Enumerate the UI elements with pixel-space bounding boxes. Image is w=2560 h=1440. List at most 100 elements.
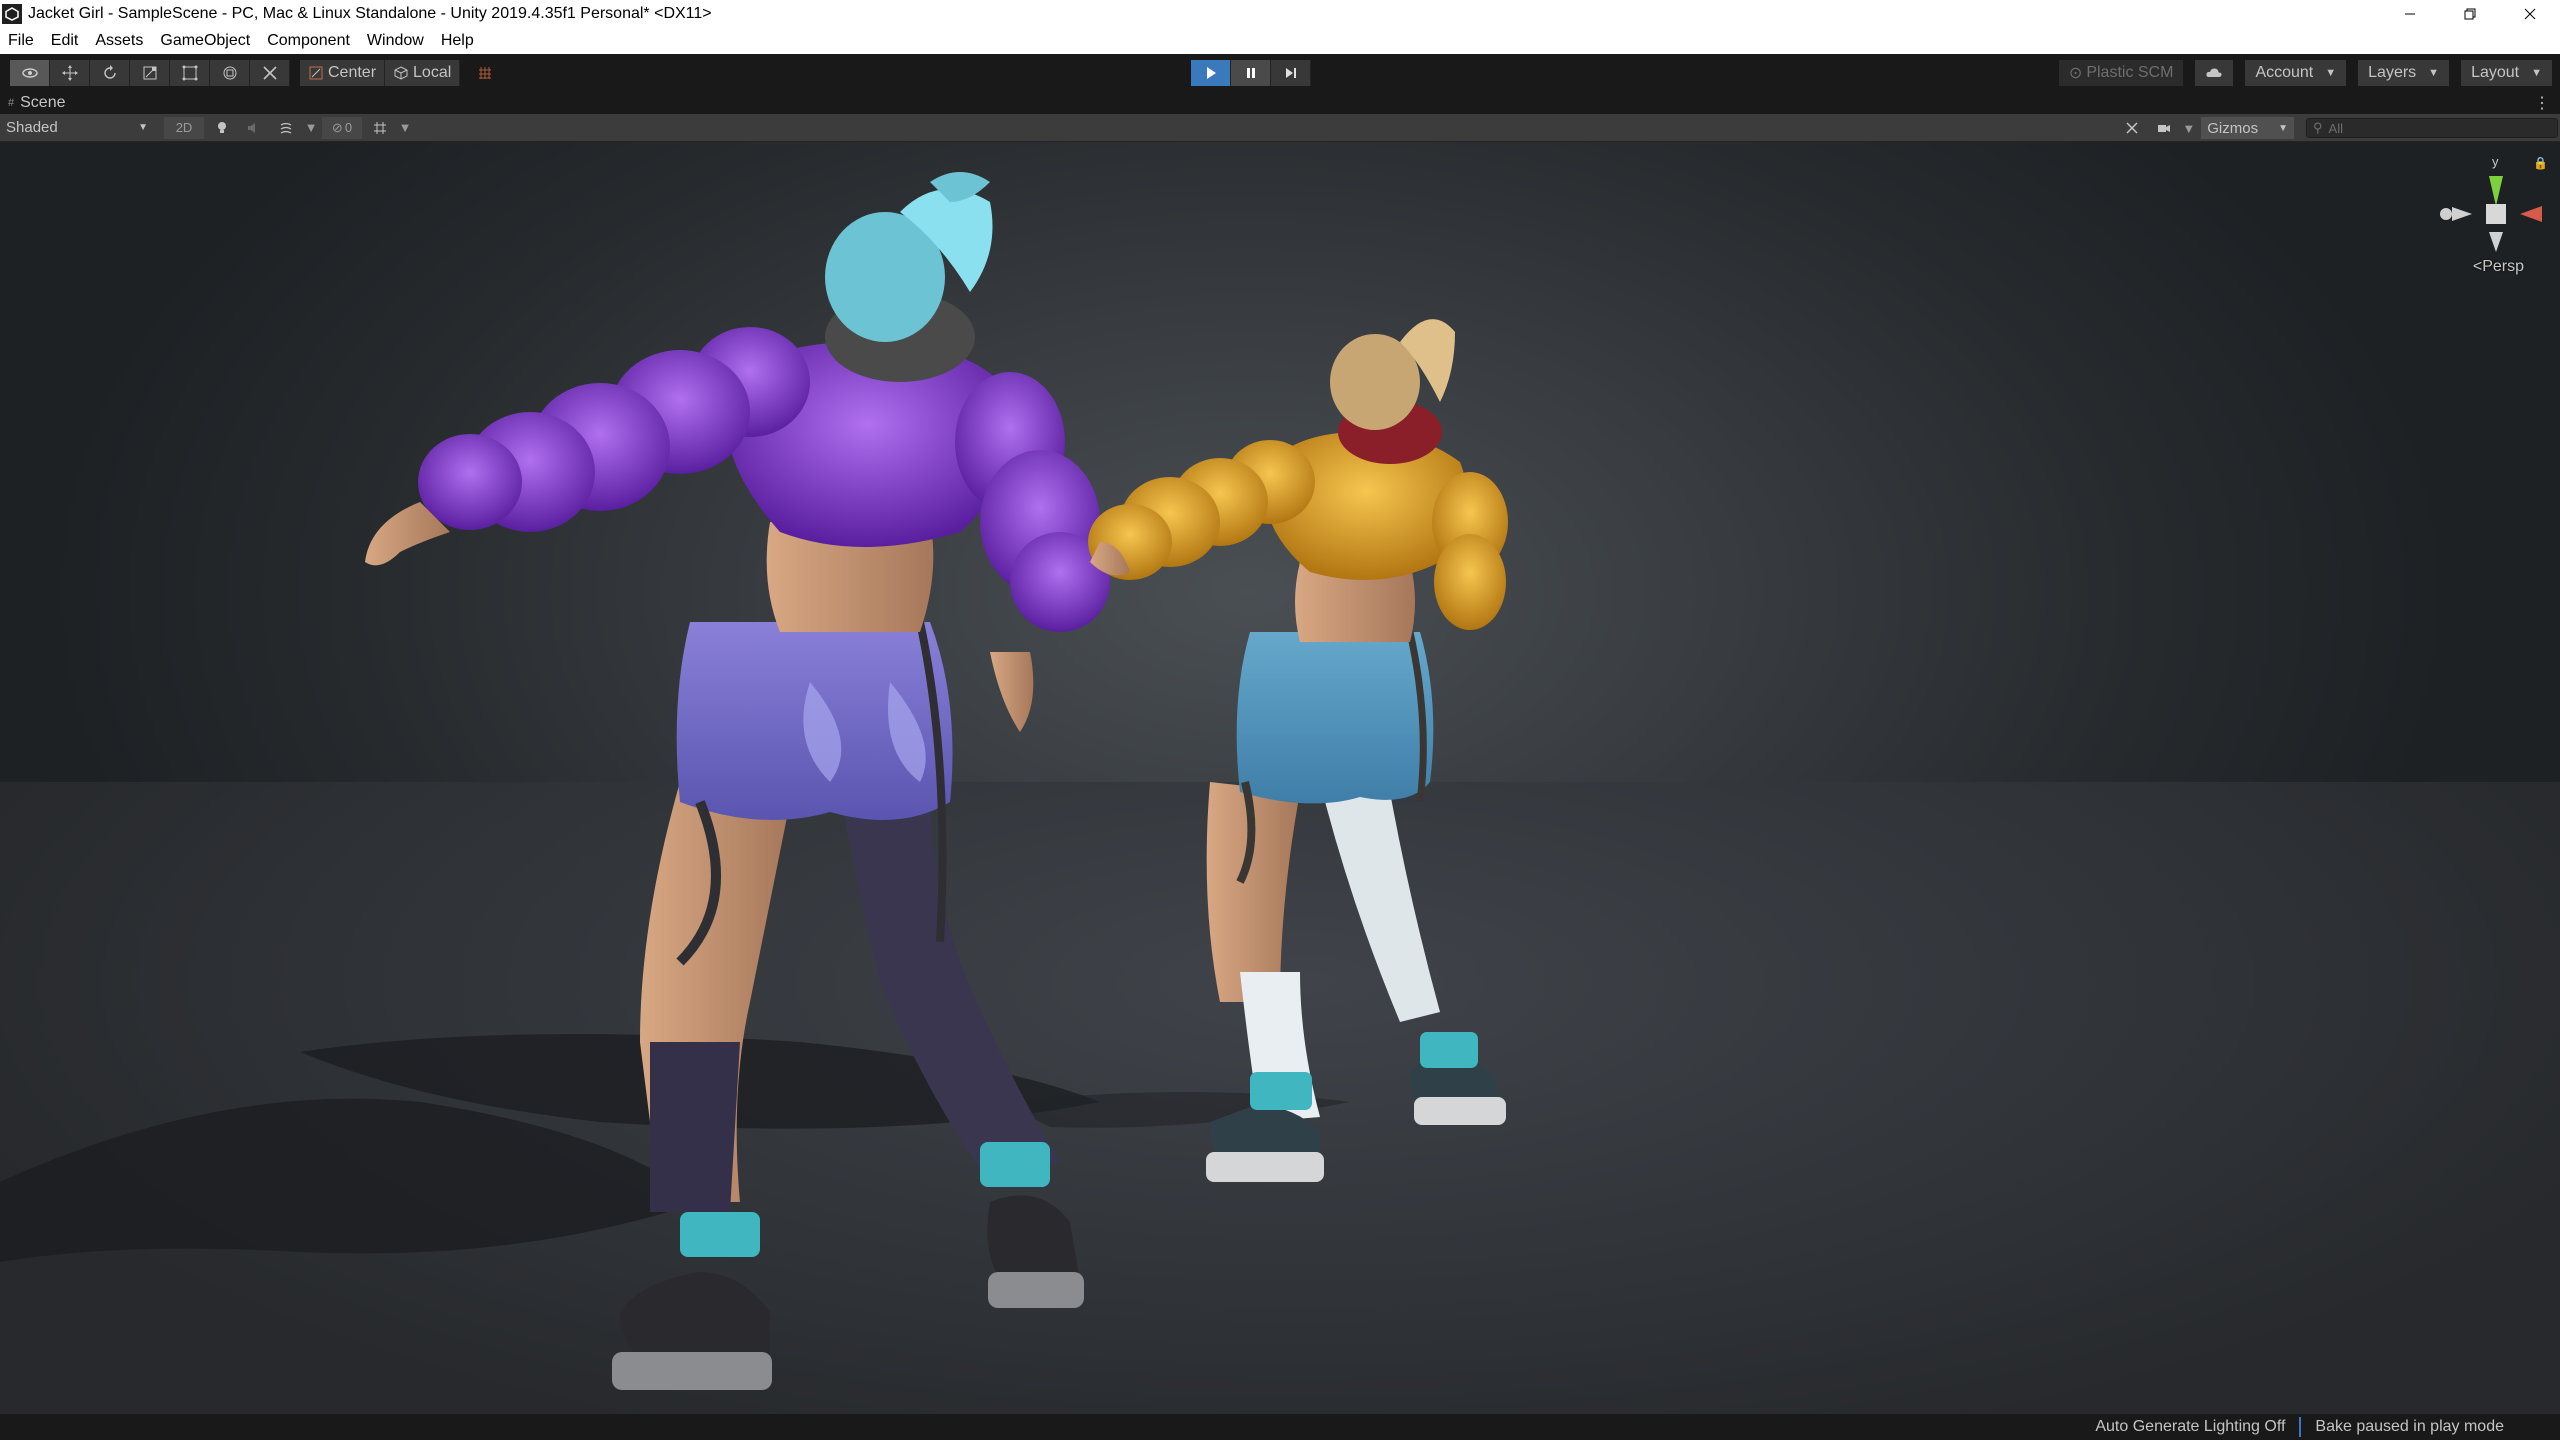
tab-scene[interactable]: # Scene — [0, 92, 74, 114]
play-button[interactable] — [1191, 60, 1231, 86]
layout-dropdown[interactable]: Layout ▼ — [2461, 60, 2552, 86]
orientation-gizmo[interactable]: y — [2426, 152, 2546, 312]
tools-icon — [2126, 122, 2138, 134]
effects-icon — [280, 122, 292, 134]
bake-status: Bake paused in play mode — [2315, 1418, 2504, 1435]
scene-characters — [0, 172, 1508, 1390]
rect-tool-icon[interactable] — [170, 60, 210, 86]
menu-component[interactable]: Component — [259, 28, 359, 54]
grid-snap-icon[interactable] — [468, 60, 502, 86]
camera-dropdown[interactable]: ▼ — [2182, 117, 2195, 139]
gizmo-y-axis-label: y — [2492, 154, 2499, 169]
tools-toggle[interactable] — [2118, 117, 2146, 139]
chevron-down-icon: ▼ — [2428, 67, 2440, 79]
pivot-rotation-button[interactable]: Local — [385, 60, 461, 86]
toolbar-right: ⊙ Plastic SCM Account ▼ Layers ▼ Layout … — [2058, 60, 2552, 86]
play-controls — [1191, 60, 1311, 86]
effects-dropdown[interactable]: ▼ — [304, 117, 318, 139]
layout-label: Layout — [2471, 64, 2520, 81]
minimize-button[interactable] — [2380, 0, 2440, 28]
lock-icon[interactable]: 🔒 — [2533, 156, 2548, 170]
scale-tool-icon[interactable] — [130, 60, 170, 86]
pivot-rotation-label: Local — [413, 64, 452, 81]
grid-toggle[interactable] — [366, 117, 394, 139]
close-button[interactable] — [2500, 0, 2560, 28]
draw-mode-label: Shaded — [6, 119, 58, 136]
gizmo-z-sphere[interactable] — [2440, 208, 2452, 220]
gizmo-x-cone[interactable] — [2520, 206, 2542, 222]
menu-file[interactable]: File — [0, 28, 43, 54]
gizmo-neg-y-cone[interactable] — [2489, 232, 2503, 252]
scene-search-input[interactable]: ⚲ All — [2306, 118, 2558, 138]
gizmos-dropdown[interactable]: Gizmos ▼ — [2201, 117, 2294, 139]
cloud-icon — [2206, 68, 2222, 77]
gizmo-y-cone[interactable] — [2489, 176, 2503, 206]
scene-toolbar-right: ▼ Gizmos ▼ ⚲ All — [2114, 117, 2558, 139]
status-separator — [2299, 1417, 2302, 1437]
custom-tool-icon[interactable] — [250, 60, 290, 86]
search-placeholder: All — [2328, 120, 2343, 136]
cloud-button[interactable] — [2195, 60, 2234, 86]
tab-scene-label: Scene — [20, 94, 66, 111]
eye-slash-icon: ⊘ — [331, 119, 343, 135]
transform-tool-icon[interactable] — [210, 60, 250, 86]
window-title: Jacket Girl - SampleScene - PC, Mac & Li… — [28, 5, 712, 22]
hidden-objects-toggle[interactable]: ⊘ 0 — [322, 116, 362, 139]
status-bar: Auto Generate Lighting Off Bake paused i… — [0, 1414, 2560, 1440]
effects-toggle[interactable] — [272, 117, 300, 139]
plastic-scm-icon: ⊙ — [2068, 65, 2083, 82]
pause-button[interactable] — [1231, 60, 1271, 86]
transform-tools — [10, 60, 290, 86]
local-cube-icon — [394, 66, 408, 80]
grid-dropdown[interactable]: ▼ — [398, 117, 412, 139]
gizmo-neg-x-cone[interactable] — [2452, 207, 2472, 221]
plastic-scm-button[interactable]: ⊙ Plastic SCM — [2058, 60, 2184, 86]
lightbulb-icon — [218, 121, 226, 133]
projection-label[interactable]: <Persp — [2473, 258, 2524, 276]
step-button[interactable] — [1271, 60, 1311, 86]
scene-viewport[interactable]: y 🔒 <Persp — [0, 142, 2560, 1414]
projection-text: Persp — [2482, 258, 2524, 275]
speaker-icon — [248, 122, 255, 133]
layers-label: Layers — [2368, 64, 2417, 81]
chevron-left-icon: < — [2472, 258, 2483, 275]
draw-mode-dropdown[interactable]: Shaded ▼ — [4, 117, 152, 139]
menu-window[interactable]: Window — [359, 28, 433, 54]
play-icon — [1206, 67, 1216, 79]
menu-help[interactable]: Help — [433, 28, 483, 54]
girl-yellow-jacket — [1088, 319, 1508, 1182]
gizmos-label: Gizmos — [2207, 119, 2259, 137]
camera-toggle[interactable] — [2150, 117, 2178, 139]
audio-toggle[interactable] — [240, 117, 268, 139]
restore-button[interactable] — [2440, 0, 2500, 28]
camera-icon — [2158, 125, 2171, 132]
account-dropdown[interactable]: Account ▼ — [2245, 60, 2347, 86]
pause-icon — [1246, 68, 1255, 78]
hidden-count: 0 — [344, 120, 353, 135]
chevron-down-icon: ▼ — [2278, 122, 2288, 134]
unity-app-icon — [2, 4, 22, 24]
move-tool-icon[interactable] — [50, 60, 90, 86]
grid-icon — [374, 121, 386, 134]
pivot-mode-button[interactable]: Center — [300, 60, 386, 86]
scene-view-toolbar: Shaded ▼ 2D ▼ ⊘ 0 ▼ ▼ Gizmos ▼ ⚲ All — [0, 114, 2560, 142]
pivot-center-icon — [309, 66, 323, 80]
lighting-toggle[interactable] — [208, 117, 236, 139]
plastic-scm-label: Plastic SCM — [2086, 64, 2174, 81]
menu-gameobject[interactable]: GameObject — [152, 28, 259, 54]
pivot-controls: Center Local — [300, 60, 461, 86]
tab-menu-button[interactable]: ⋮ — [2534, 92, 2550, 114]
menu-bar: File Edit Assets GameObject Component Wi… — [0, 28, 2560, 54]
layers-dropdown[interactable]: Layers ▼ — [2358, 60, 2450, 86]
rotate-tool-icon[interactable] — [90, 60, 130, 86]
2d-toggle[interactable]: 2D — [164, 116, 204, 139]
scene-tab-icon: # — [8, 97, 15, 109]
menu-assets[interactable]: Assets — [87, 28, 152, 54]
step-icon — [1285, 68, 1296, 78]
chevron-down-icon: ▼ — [138, 122, 148, 133]
menu-edit[interactable]: Edit — [43, 28, 88, 54]
view-tool-icon[interactable] — [10, 60, 50, 86]
search-icon: ⚲ — [2313, 120, 2323, 135]
gizmo-center-cube[interactable] — [2486, 204, 2506, 224]
lighting-status[interactable]: Auto Generate Lighting Off — [2095, 1418, 2285, 1436]
